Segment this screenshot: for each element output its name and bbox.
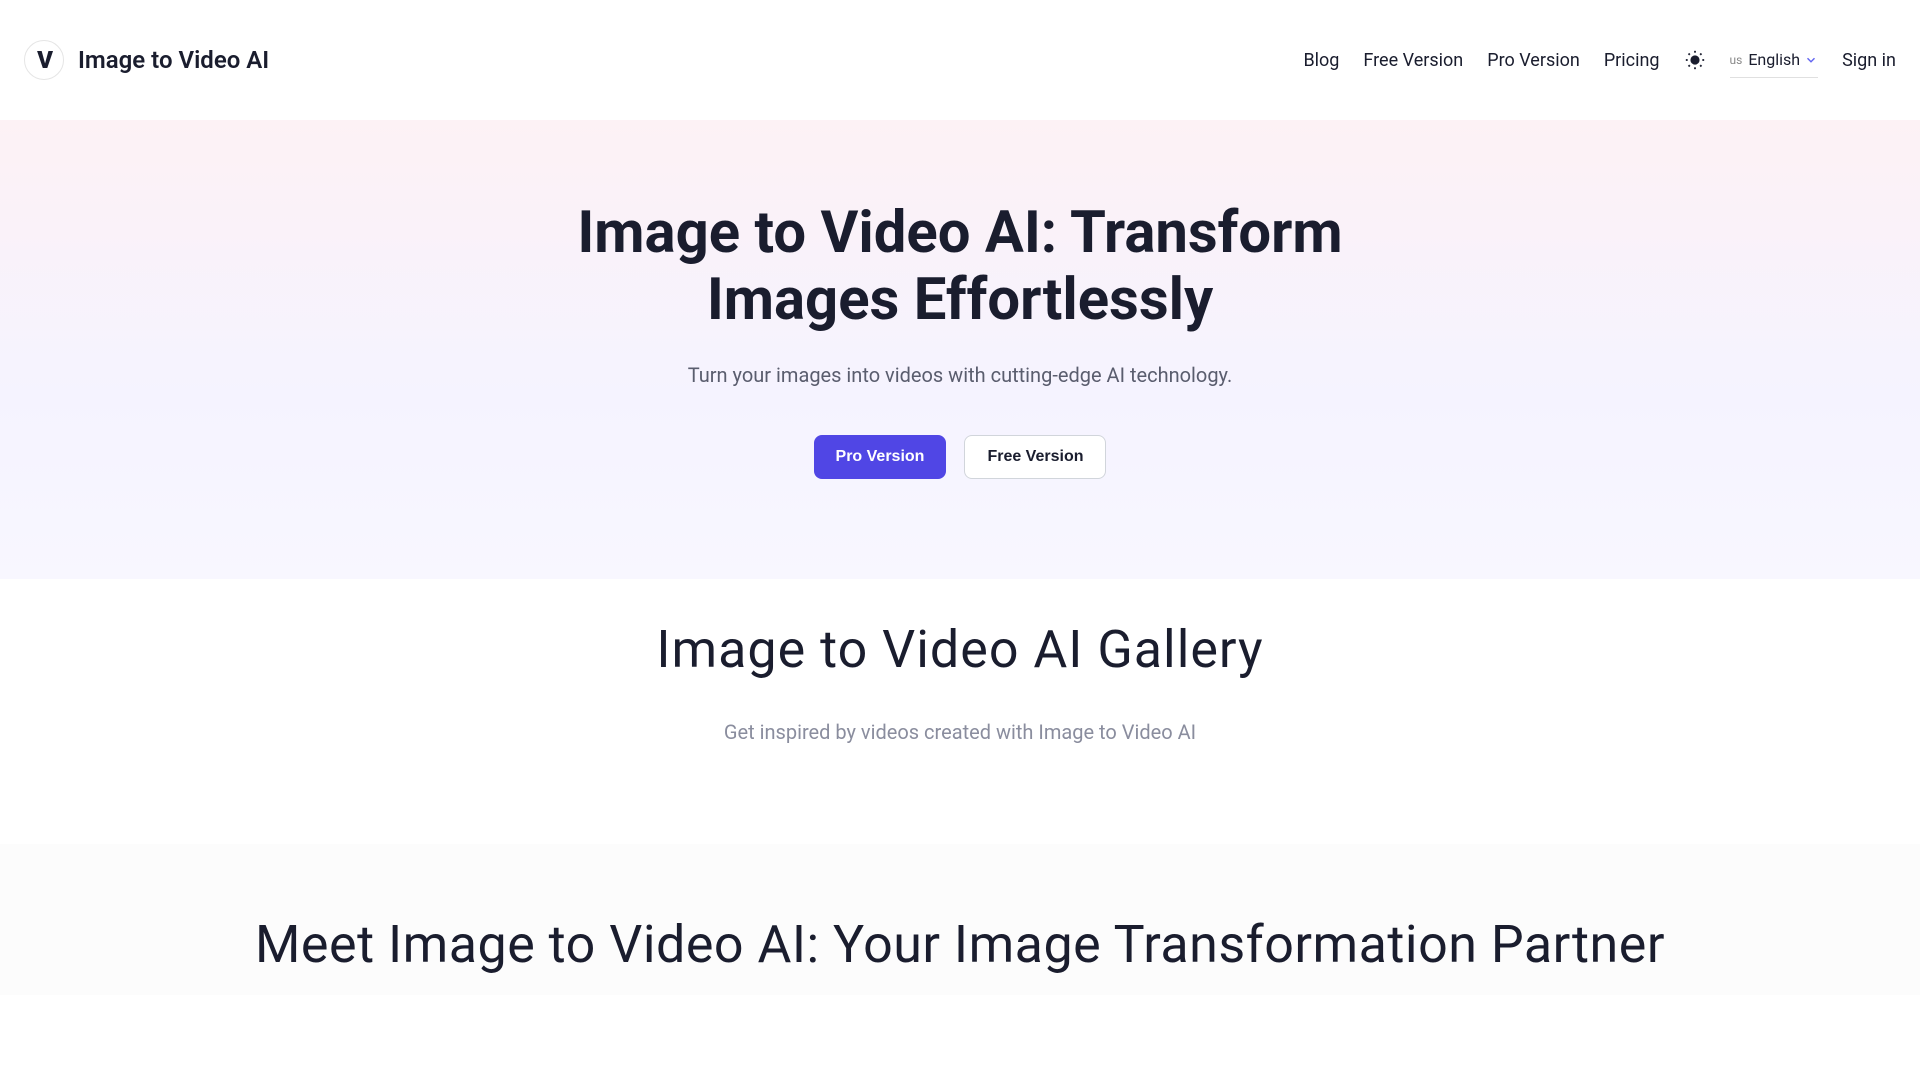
hero-subtitle: Turn your images into videos with cuttin…: [20, 363, 1900, 387]
partner-section: Meet Image to Video AI: Your Image Trans…: [0, 844, 1920, 995]
logo-badge: V: [24, 40, 64, 80]
main-nav: Blog Free Version Pro Version Pricing us…: [1303, 42, 1896, 78]
free-version-button[interactable]: Free Version: [964, 435, 1106, 479]
logo-v-icon: V: [37, 46, 51, 74]
nav-blog[interactable]: Blog: [1303, 50, 1339, 71]
logo-section[interactable]: V Image to Video AI: [24, 40, 269, 80]
nav-pro-version[interactable]: Pro Version: [1487, 50, 1580, 71]
sun-icon: [1684, 49, 1706, 71]
logo-text: Image to Video AI: [78, 46, 269, 74]
language-prefix: us: [1730, 53, 1743, 67]
hero-section: Image to Video AI: Transform Images Effo…: [0, 120, 1920, 579]
nav-sign-in[interactable]: Sign in: [1842, 50, 1896, 71]
hero-cta-group: Pro Version Free Version: [20, 435, 1900, 479]
theme-toggle-button[interactable]: [1684, 49, 1706, 71]
gallery-title: Image to Video AI Gallery: [20, 619, 1900, 680]
language-selector[interactable]: us English: [1730, 42, 1819, 78]
hero-title: Image to Video AI: Transform Images Effo…: [510, 200, 1410, 333]
partner-title: Meet Image to Video AI: Your Image Trans…: [20, 914, 1900, 975]
gallery-section: Image to Video AI Gallery Get inspired b…: [0, 579, 1920, 844]
chevron-down-icon: [1804, 53, 1818, 67]
nav-pricing[interactable]: Pricing: [1604, 50, 1660, 71]
pro-version-button[interactable]: Pro Version: [814, 435, 947, 479]
language-label: English: [1748, 50, 1800, 69]
site-header: V Image to Video AI Blog Free Version Pr…: [0, 0, 1920, 120]
nav-free-version[interactable]: Free Version: [1363, 50, 1463, 71]
gallery-subtitle: Get inspired by videos created with Imag…: [20, 720, 1900, 744]
